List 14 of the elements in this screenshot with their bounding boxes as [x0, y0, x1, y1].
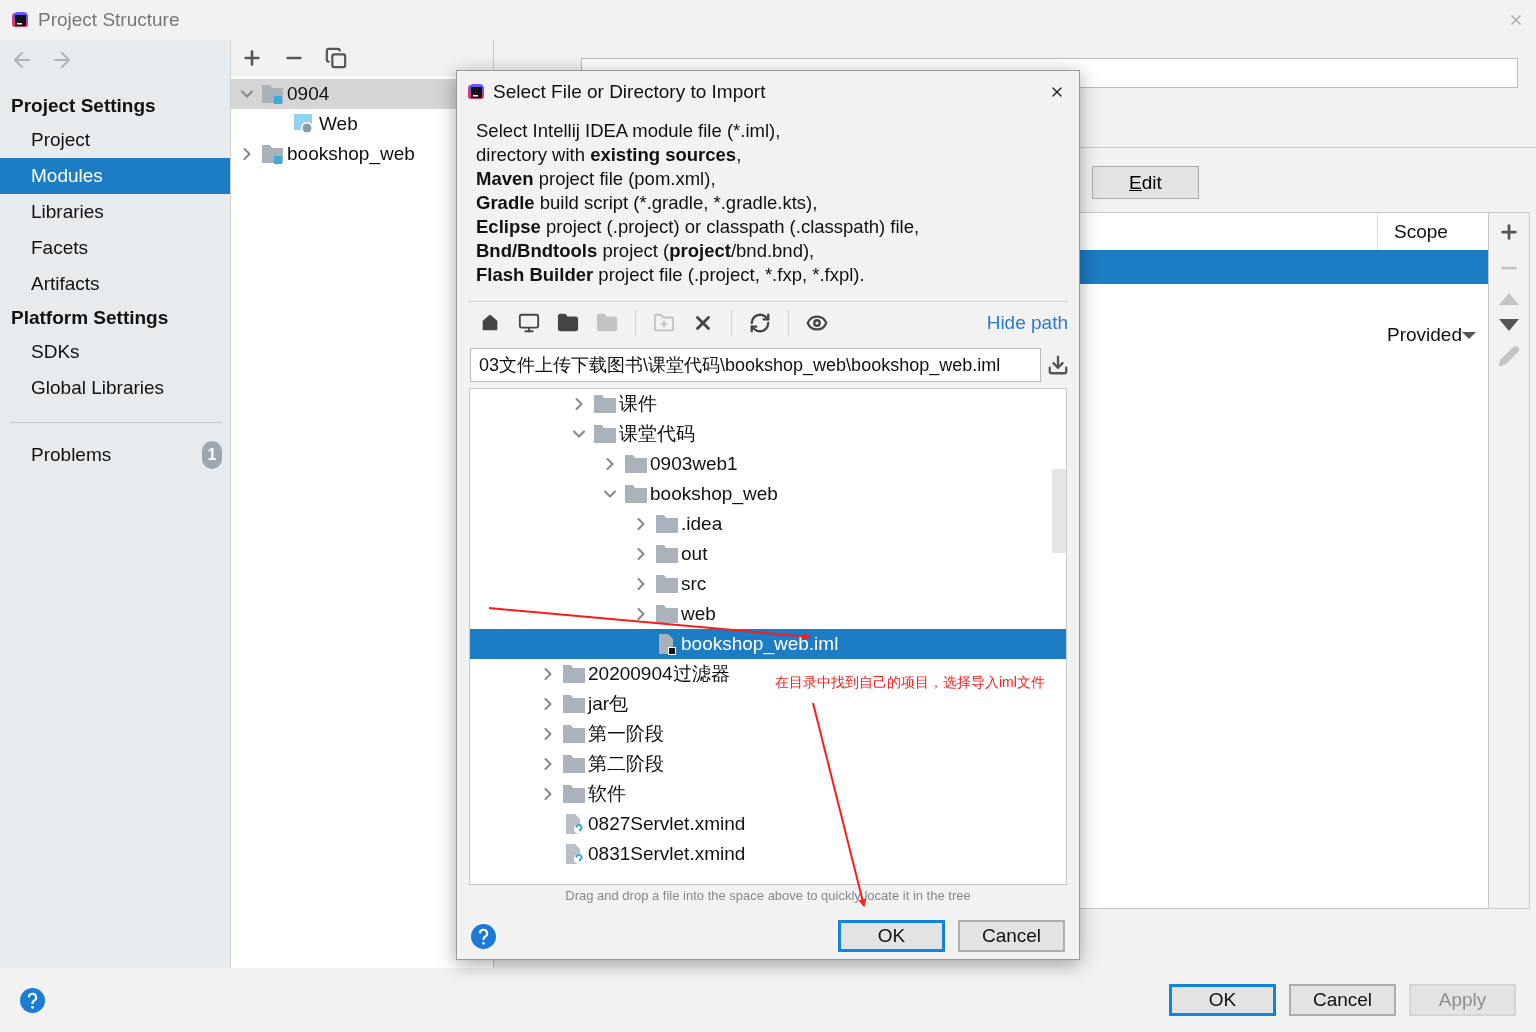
- hint-text: Drag and drop a file into the space above to quickly locate it in the tree: [564, 887, 972, 905]
- description-line: Bnd/Bndtools project (project/bnd.bnd),: [476, 239, 816, 263]
- section-heading: Project Settings: [10, 94, 157, 118]
- description-line: Flash Builder project file (.project, *.fxp, *.fxpl).: [476, 263, 866, 287]
- section-heading: Platform Settings: [10, 306, 170, 330]
- dialog-title: Select File or Directory to Import: [493, 81, 766, 103]
- count-badge: 1: [202, 441, 222, 469]
- description-line: Eclipse project (.project) or classpath (.classpath) file,: [476, 215, 921, 239]
- window-title: Project Structure: [38, 9, 180, 31]
- description-line: directory with existing sources,: [476, 143, 743, 167]
- description-line: Maven project file (pom.xml),: [476, 167, 717, 191]
- description-line: Select Intellij IDEA module file (*.iml),: [476, 119, 782, 143]
- annotation-text: 在目录中找到自己的项目，选择导入iml文件: [775, 674, 1045, 692]
- description-line: Gradle build script (*.gradle, *.gradle.kts),: [476, 191, 819, 215]
